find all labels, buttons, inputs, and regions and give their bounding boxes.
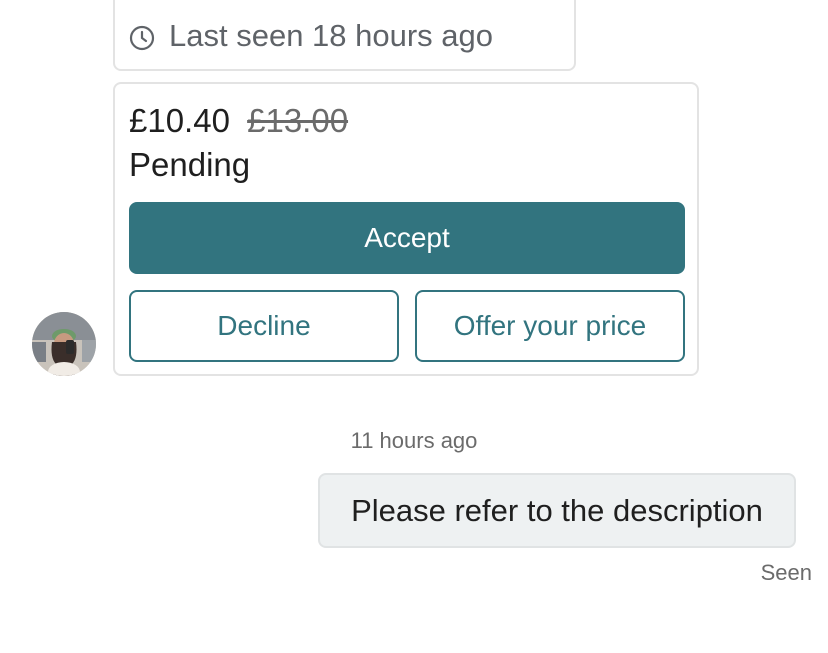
clock-icon xyxy=(129,23,155,51)
offer-card: £10.40 £13.00 Pending Accept Decline Off… xyxy=(113,82,699,376)
decline-button[interactable]: Decline xyxy=(129,290,399,362)
user-avatar[interactable] xyxy=(32,312,96,376)
read-receipt: Seen xyxy=(760,560,812,585)
offer-status: Pending xyxy=(129,146,251,183)
message-text: Please refer to the description xyxy=(351,492,763,528)
seller-info-card: Last seen 18 hours ago xyxy=(113,0,576,71)
chat-thread: Last seen 18 hours ago £10.40 £13.00 Pen… xyxy=(0,0,828,653)
offer-price: £10.40 xyxy=(129,102,230,139)
message-timestamp: 11 hours ago xyxy=(350,428,478,453)
accept-button[interactable]: Accept xyxy=(129,202,685,274)
price-row: £10.40 £13.00 xyxy=(129,102,348,140)
last-seen-text: Last seen 18 hours ago xyxy=(169,18,494,53)
message-bubble[interactable]: Please refer to the description xyxy=(318,473,796,548)
last-seen-row: Last seen 18 hours ago xyxy=(129,18,493,54)
offer-your-price-button[interactable]: Offer your price xyxy=(415,290,685,362)
original-price: £13.00 xyxy=(247,102,349,139)
